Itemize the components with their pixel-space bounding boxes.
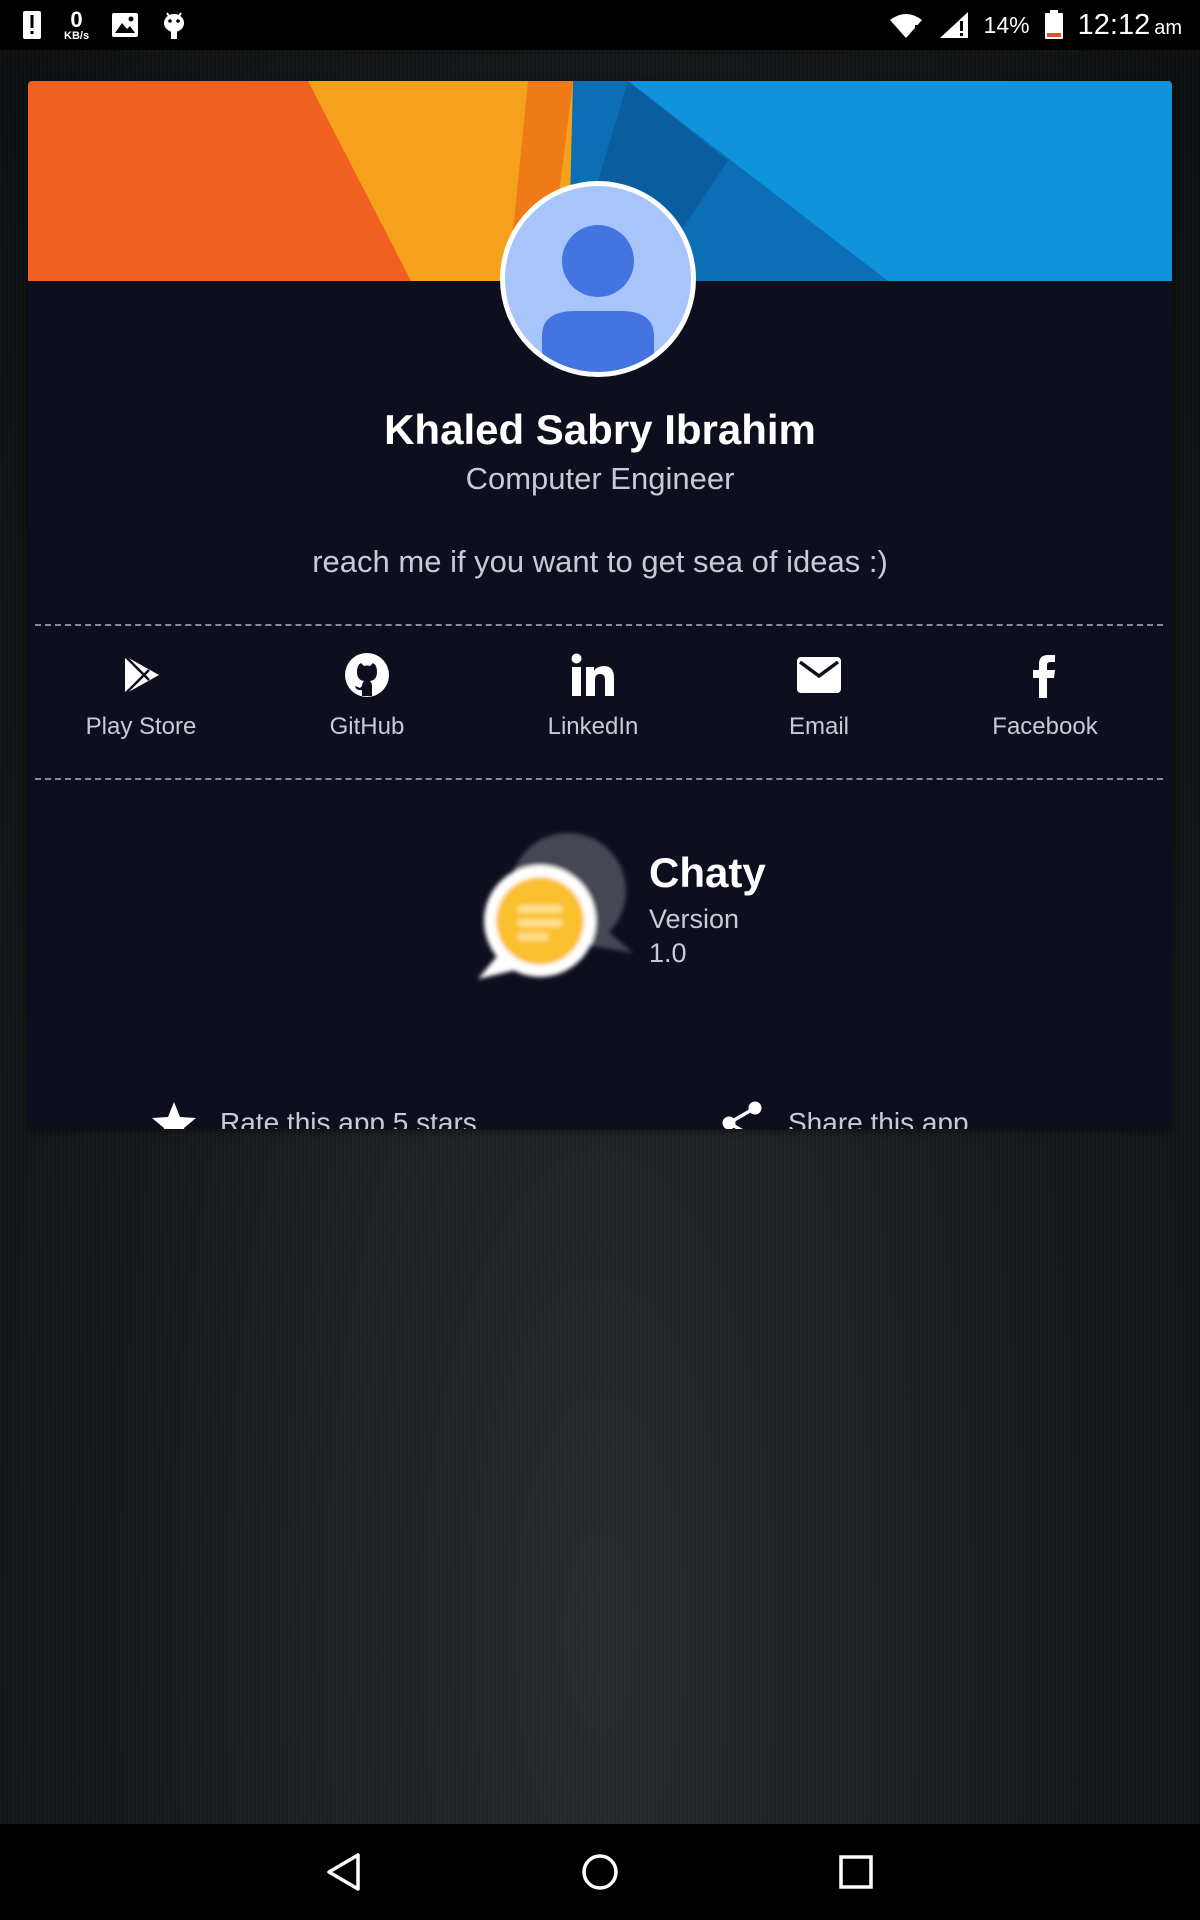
battery-icon <box>1044 10 1064 40</box>
app-logo <box>478 833 633 979</box>
share-app-button[interactable]: Share this app <box>718 1093 969 1129</box>
recent-apps-icon <box>839 1855 873 1889</box>
status-bar: 0 KB/s 14% 12:12 am <box>0 0 1200 50</box>
linkedin-link[interactable]: LinkedIn <box>480 641 706 771</box>
home-icon <box>582 1854 618 1890</box>
back-button[interactable] <box>318 1846 370 1898</box>
image-icon <box>111 12 139 38</box>
home-button[interactable] <box>574 1846 626 1898</box>
divider <box>35 778 1163 780</box>
battery-percent: 14% <box>983 11 1030 38</box>
social-links: Play Store GitHub LinkedIn Email Faceboo… <box>28 641 1172 771</box>
play-store-label: Play Store <box>85 713 197 740</box>
profile-name: Khaled Sabry Ibrahim <box>384 406 816 453</box>
email-label: Email <box>788 713 849 740</box>
alert-icon <box>22 10 42 40</box>
net-speed-indicator: 0 KB/s <box>64 6 90 42</box>
navigation-bar <box>0 1824 1200 1920</box>
star-icon <box>150 1099 198 1129</box>
android-debug-icon <box>161 9 187 41</box>
person-icon <box>542 225 654 372</box>
recent-apps-button[interactable] <box>830 1846 882 1898</box>
play-store-link[interactable]: Play Store <box>28 641 254 771</box>
facebook-label: Facebook <box>992 713 1098 740</box>
app-version-label: Version <box>649 904 740 934</box>
facebook-link[interactable]: Facebook <box>932 641 1158 771</box>
cell-signal-icon <box>938 11 970 39</box>
github-label: GitHub <box>329 713 405 740</box>
back-icon <box>327 1853 360 1891</box>
github-icon <box>343 651 391 699</box>
clock: 12:12 am <box>1077 8 1182 41</box>
profile-title: Computer Engineer <box>465 461 735 496</box>
divider <box>35 624 1163 626</box>
linkedin-icon <box>569 651 617 699</box>
facebook-icon <box>1021 651 1069 699</box>
avatar <box>500 181 696 377</box>
profile-bio: reach me if you want to get sea of ideas… <box>312 544 888 579</box>
share-app-label: Share this app <box>788 1107 969 1129</box>
share-icon <box>718 1099 766 1129</box>
linkedin-label: LinkedIn <box>547 713 639 740</box>
app-name: Chaty <box>649 849 766 896</box>
email-icon <box>795 651 843 699</box>
rate-app-label: Rate this app 5 stars <box>220 1107 477 1129</box>
app-version: 1.0 <box>649 938 687 968</box>
play-store-icon <box>117 651 165 699</box>
email-link[interactable]: Email <box>706 641 932 771</box>
wifi-icon <box>888 11 924 39</box>
github-link[interactable]: GitHub <box>254 641 480 771</box>
about-card: Khaled Sabry Ibrahim Computer Engineer r… <box>28 81 1172 1129</box>
rate-app-button[interactable]: Rate this app 5 stars <box>150 1093 477 1129</box>
